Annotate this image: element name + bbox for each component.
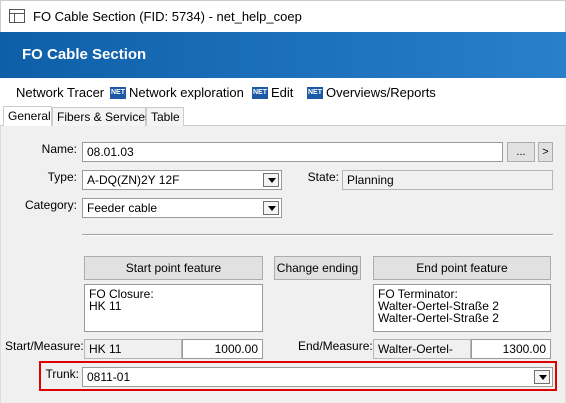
browse-button[interactable]: ... [507,142,535,162]
start-name-field: HK 11 [84,339,182,359]
start-measure-field[interactable]: 1000.00 [182,339,263,359]
net-icon: NET [110,86,126,99]
end-feature-memo: FO Terminator: Walter-Oertel-Straße 2 Wa… [373,284,551,332]
menu-label: Network Tracer [16,85,105,100]
end-measure-field[interactable]: 1300.00 [471,339,551,359]
end-name-field: Walter-Oertel- [373,339,471,359]
start-point-feature-button[interactable]: Start point feature [84,256,263,280]
tab-fibers-services[interactable]: Fibers & Services [52,107,151,126]
window-titlebar: FO Cable Section (FID: 5734) - net_help_… [0,0,566,32]
menu-label: Network exploration [129,85,244,100]
type-label: Type: [47,170,77,184]
next-button[interactable]: > [538,142,553,162]
tab-table[interactable]: Table [146,107,184,126]
menu-overviews-reports[interactable]: NET Overviews/Reports [307,85,436,100]
general-panel: Name: 08.01.03 ... > Type: A-DQ(ZN)2Y 12… [0,126,566,403]
state-field: Planning [342,170,553,190]
chevron-down-icon[interactable] [534,370,550,384]
net-icon: NET [252,86,268,99]
change-ending-button[interactable]: Change ending [274,256,361,280]
tab-general[interactable]: General [3,106,52,126]
menu-bar: Network Tracer NET Network exploration N… [0,78,566,106]
state-label: State: [307,170,339,184]
menu-network-tracer[interactable]: Network Tracer [16,85,104,100]
name-field[interactable]: 08.01.03 [82,142,503,162]
net-icon: NET [307,86,323,99]
banner-title: FO Cable Section [22,46,147,63]
category-label: Category: [24,198,77,212]
end-point-feature-button[interactable]: End point feature [373,256,551,280]
separator [82,234,553,236]
header-banner: FO Cable Section [0,32,566,78]
table-icon [9,9,25,23]
type-select[interactable]: A-DQ(ZN)2Y 12F [82,170,282,190]
trunk-select[interactable]: 0811-01 [82,367,553,387]
menu-network-exploration[interactable]: NET Network exploration [110,85,244,100]
type-value: A-DQ(ZN)2Y 12F [87,173,180,187]
name-label: Name: [41,142,77,156]
menu-edit[interactable]: NET Edit [252,85,293,100]
start-feature-memo: FO Closure: HK 11 [84,284,263,332]
trunk-label: Trunk: [45,367,79,381]
start-measure-label: Start/Measure: [5,339,84,353]
menu-label: Overviews/Reports [326,85,436,100]
chevron-down-icon[interactable] [263,201,279,215]
menu-label: Edit [271,85,294,100]
window-title: FO Cable Section (FID: 5734) - net_help_… [33,9,302,24]
end-measure-label: End/Measure: [298,339,373,353]
trunk-value: 0811-01 [87,370,131,384]
category-value: Feeder cable [87,201,158,215]
tab-strip: General Fibers & Services Table [0,106,566,126]
chevron-down-icon[interactable] [263,173,279,187]
category-select[interactable]: Feeder cable [82,198,282,218]
